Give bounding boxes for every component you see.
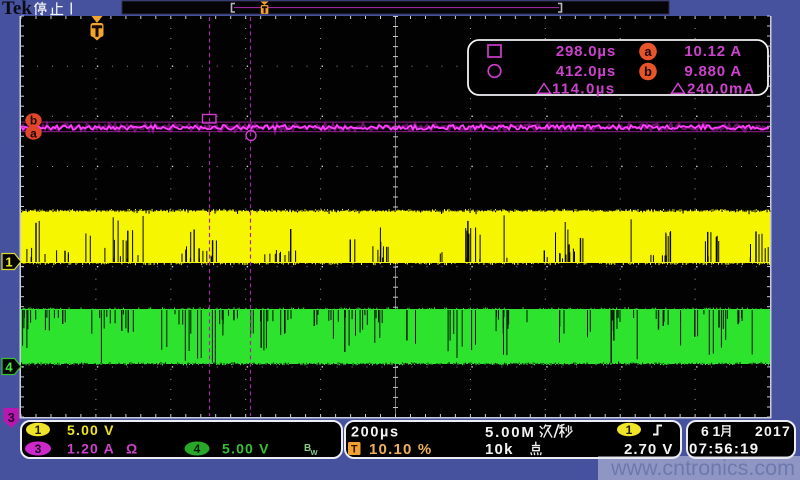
svg-text:200µs: 200µs (351, 425, 400, 441)
svg-text:10.12 A: 10.12 A (684, 43, 742, 60)
svg-text:3: 3 (35, 442, 42, 456)
svg-text:T: T (351, 444, 358, 456)
svg-text:Ω: Ω (126, 441, 137, 457)
svg-text:4: 4 (194, 442, 201, 456)
svg-text:1: 1 (626, 423, 633, 437)
svg-text:a: a (644, 44, 652, 59)
svg-text:3: 3 (8, 410, 15, 425)
svg-text:10k: 10k (485, 441, 514, 458)
svg-text:1: 1 (5, 255, 12, 270)
svg-text:b: b (644, 64, 652, 79)
svg-text:b: b (30, 114, 37, 128)
svg-text:5.00 V: 5.00 V (222, 441, 270, 457)
svg-text:9.880 A: 9.880 A (684, 63, 742, 80)
svg-text:a: a (30, 127, 37, 141)
svg-text:1: 1 (713, 423, 721, 439)
svg-text:412.0µs: 412.0µs (556, 63, 616, 80)
svg-text:1: 1 (35, 423, 42, 437)
svg-text:298.0µs: 298.0µs (556, 43, 616, 60)
svg-text:10.10 %: 10.10 % (369, 441, 432, 458)
svg-text:4: 4 (5, 360, 13, 375)
svg-text:2017: 2017 (755, 423, 791, 439)
svg-text:5.00M: 5.00M (485, 424, 536, 441)
svg-text:6: 6 (701, 423, 709, 439)
svg-text:114.0µs: 114.0µs (552, 81, 616, 98)
svg-text:5.00 V: 5.00 V (67, 422, 115, 438)
svg-text:07:56:19: 07:56:19 (689, 441, 759, 458)
svg-text:www.cntronics.com: www.cntronics.com (610, 456, 795, 480)
svg-text:240.0mA: 240.0mA (687, 81, 755, 98)
svg-text:W: W (311, 448, 319, 457)
svg-text:1.20 A: 1.20 A (67, 441, 115, 457)
